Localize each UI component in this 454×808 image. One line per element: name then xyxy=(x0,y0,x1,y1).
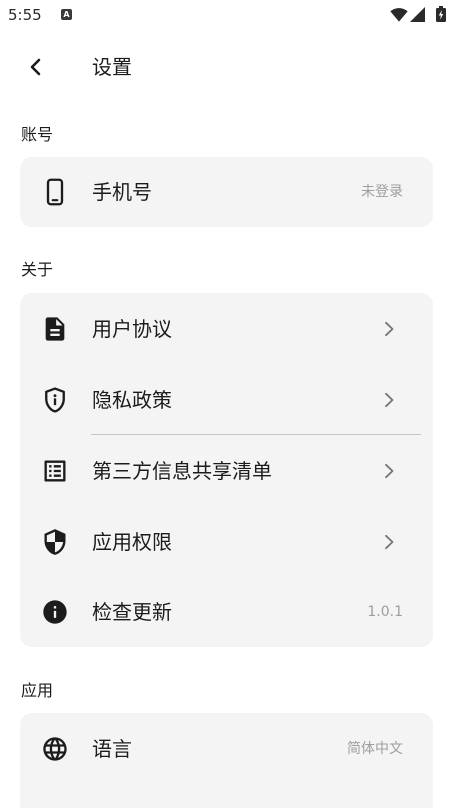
page-title: 设置 xyxy=(92,55,132,79)
battery-charging-icon xyxy=(436,6,446,22)
settings-item-user-agreement[interactable]: 用户协议 xyxy=(20,293,433,364)
settings-item-value: 未登录 xyxy=(361,184,403,200)
section-label-account: 账号 xyxy=(21,125,54,144)
settings-item-check-update[interactable]: 检查更新 1.0.1 xyxy=(20,577,433,647)
settings-item-label: 语言 xyxy=(92,736,132,761)
settings-item-label: 用户协议 xyxy=(92,316,172,341)
settings-screen: 5:55 A 设置 账号 手机号 未登录 关于 用户协议 隐私政策 第三方信息共… xyxy=(0,0,454,808)
settings-item-app-permissions[interactable]: 应用权限 xyxy=(20,506,433,577)
signal-icon xyxy=(410,7,425,22)
settings-item-language[interactable]: 语言 简体中文 xyxy=(20,713,433,784)
app-card: 语言 简体中文 xyxy=(20,713,433,808)
account-card: 手机号 未登录 xyxy=(20,157,433,227)
info-icon xyxy=(41,598,69,626)
settings-item-label: 应用权限 xyxy=(92,529,172,554)
section-label-app: 应用 xyxy=(21,681,54,700)
chevron-right-icon xyxy=(384,321,396,337)
status-time: 5:55 xyxy=(8,6,42,24)
chevron-right-icon xyxy=(384,392,396,408)
settings-item-phone[interactable]: 手机号 未登录 xyxy=(20,157,433,227)
chevron-left-icon xyxy=(30,58,41,76)
settings-item-label: 手机号 xyxy=(92,180,152,204)
wifi-icon xyxy=(390,7,408,22)
settings-item-label: 检查更新 xyxy=(92,600,172,624)
list-icon xyxy=(41,457,69,485)
back-button[interactable] xyxy=(23,55,47,79)
globe-icon xyxy=(41,735,69,763)
settings-item-third-party-sharing[interactable]: 第三方信息共享清单 xyxy=(20,435,433,506)
language-value: 简体中文 xyxy=(347,740,403,757)
privacy-shield-icon xyxy=(41,386,69,414)
settings-item-label: 第三方信息共享清单 xyxy=(92,458,272,483)
version-value: 1.0.1 xyxy=(367,604,403,620)
settings-item-privacy-policy[interactable]: 隐私政策 xyxy=(20,364,433,435)
notification-badge-icon: A xyxy=(61,9,72,20)
divider xyxy=(91,434,421,435)
section-label-about: 关于 xyxy=(21,260,54,279)
about-card: 用户协议 隐私政策 第三方信息共享清单 应用权限 检查更新 1.0.1 xyxy=(20,293,433,647)
settings-item-label: 隐私政策 xyxy=(92,387,172,412)
chevron-right-icon xyxy=(384,463,396,479)
security-shield-icon xyxy=(41,528,69,556)
chevron-right-icon xyxy=(384,534,396,550)
smartphone-icon xyxy=(41,178,69,206)
document-icon xyxy=(41,315,69,343)
